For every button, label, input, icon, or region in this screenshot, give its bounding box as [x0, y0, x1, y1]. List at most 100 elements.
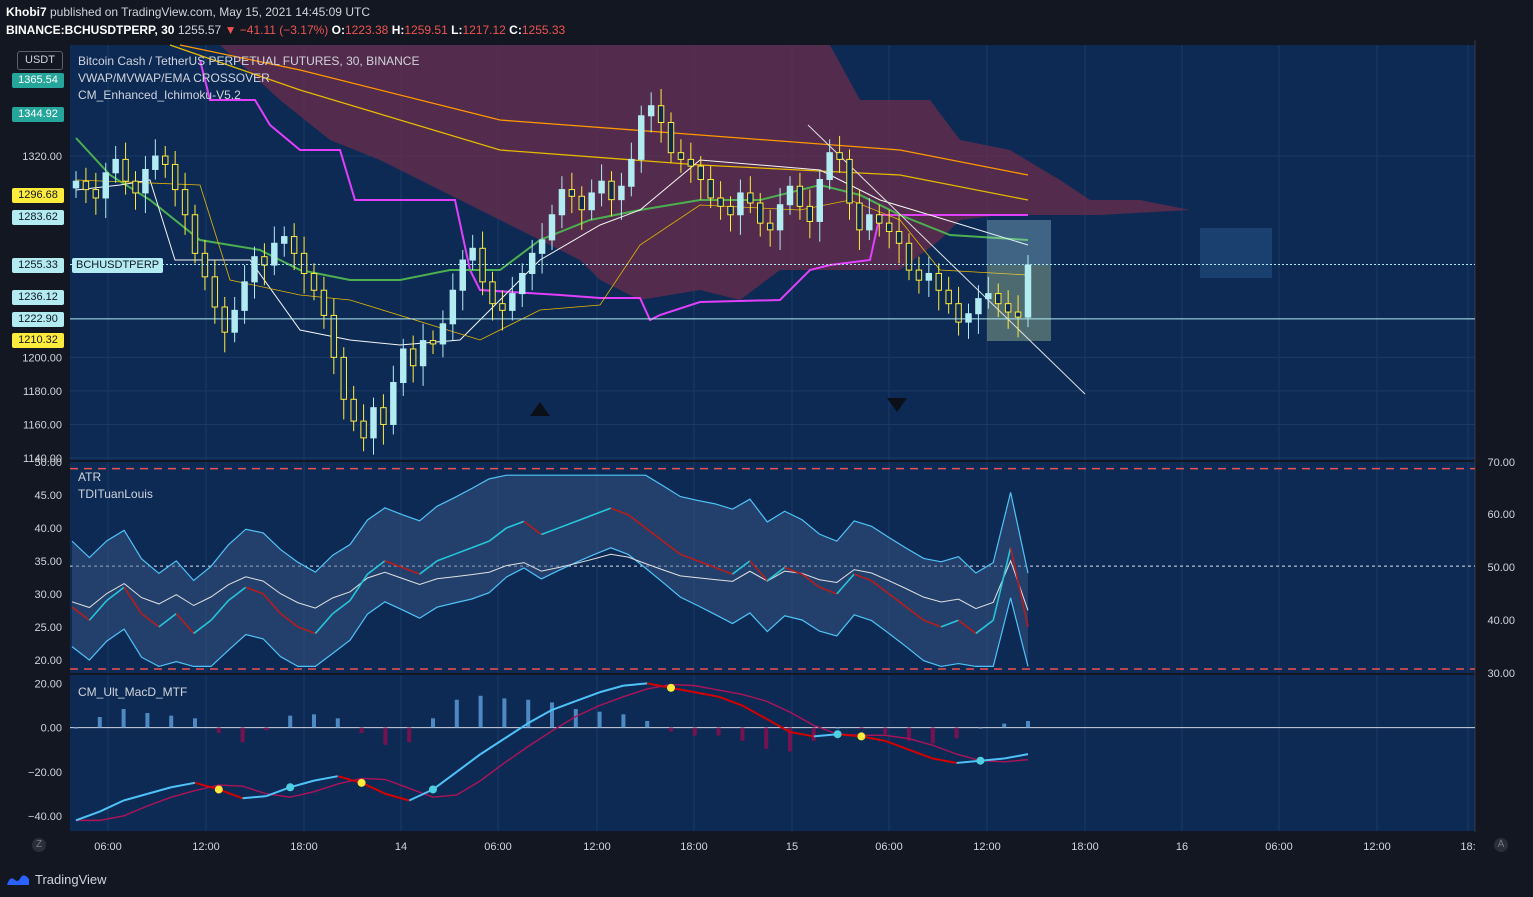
currency-button[interactable]: USDT: [17, 51, 63, 70]
macd-histogram-bar: [169, 715, 174, 728]
macd-cross-dot: [214, 785, 223, 794]
candle-body: [181, 189, 189, 216]
candle-body: [667, 121, 675, 154]
indicator-vwap[interactable]: VWAP/MVWAP/EMA CROSSOVER: [78, 70, 419, 87]
macd-histogram-bar: [621, 714, 626, 728]
price-label: 1210.32: [12, 333, 64, 349]
candle-body: [985, 293, 992, 300]
candle-body: [350, 398, 357, 422]
x-tick-label: 12:00: [192, 841, 220, 853]
candle-body: [747, 192, 754, 204]
candle-body: [201, 252, 209, 278]
candle-body: [687, 158, 695, 167]
candle-body: [618, 185, 625, 201]
atr-y-tick-label: 40.00: [34, 523, 62, 535]
macd-histogram-bar: [978, 727, 983, 729]
candle-body: [310, 272, 318, 291]
candle-body: [261, 256, 268, 266]
author-name[interactable]: Khobi7: [6, 5, 47, 19]
auto-scale-button[interactable]: A: [1494, 838, 1508, 852]
macd-cross-dot: [429, 785, 437, 794]
macd-y-tick-label: −20.00: [28, 767, 62, 779]
candle-body: [558, 189, 566, 216]
macd-cross-dot: [357, 778, 366, 787]
zoom-button[interactable]: Z: [32, 838, 46, 852]
candle-body: [786, 185, 794, 206]
indicator-tdi[interactable]: TDITuanLouis: [78, 486, 153, 503]
candle-body: [915, 269, 923, 281]
symbol-price-tag: BCHUSDTPERP: [72, 257, 164, 273]
macd-histogram-bar: [312, 714, 316, 728]
candle-body: [439, 323, 447, 345]
macd-cross-dot: [976, 756, 985, 765]
position-profit-zone: [987, 220, 1051, 265]
publish-info: Khobi7 published on TradingView.com, May…: [6, 5, 370, 19]
candle-body: [221, 306, 228, 333]
macd-histogram-bar: [835, 727, 840, 729]
x-tick-label: 12:00: [583, 841, 611, 853]
candle-body: [82, 180, 90, 191]
candle-body: [499, 303, 506, 311]
candle-body: [806, 205, 814, 222]
candle-body: [975, 298, 982, 315]
candle-body: [876, 214, 883, 224]
candle-body: [737, 192, 744, 216]
candle-body: [419, 340, 427, 367]
macd-histogram-bar: [216, 727, 221, 733]
candle-body: [816, 179, 823, 222]
macd-histogram-bar: [121, 709, 126, 728]
candle-body: [796, 185, 804, 207]
candle-body: [102, 172, 109, 199]
indicator-atr[interactable]: ATR: [78, 469, 153, 486]
candle-body: [895, 231, 903, 244]
candle-body: [965, 313, 972, 323]
macd-histogram-bar: [930, 727, 935, 744]
candle-body: [677, 152, 685, 160]
candle-body: [727, 205, 734, 216]
candle-body: [588, 192, 595, 211]
macd-histogram-bar: [883, 727, 888, 735]
tdi-y-tick-label: 70.00: [1487, 457, 1515, 469]
candle-body: [509, 293, 516, 311]
atr-y-tick-label: 30.00: [34, 589, 62, 601]
price-label: 1296.68: [12, 188, 64, 204]
candle-body: [370, 407, 377, 439]
tradingview-logo-icon: [7, 874, 29, 885]
indicator-macd[interactable]: CM_Ult_MacD_MTF: [78, 684, 187, 701]
price-label: 1344.92: [12, 107, 64, 123]
tradingview-brand[interactable]: TradingView: [6, 872, 107, 887]
candle-body: [142, 168, 149, 194]
candle-body: [836, 152, 843, 160]
x-tick-label: 16: [1176, 841, 1188, 853]
symbol-name[interactable]: BINANCE:BCHUSDTPERP: [6, 23, 154, 37]
macd-histogram-bar: [716, 727, 721, 736]
macd-y-tick-label: −40.00: [28, 811, 62, 823]
indicator-ichimoku[interactable]: CM_Enhanced_Ichimoku-V5.2: [78, 87, 419, 104]
candle-body: [766, 222, 774, 231]
x-tick-label: 18:00: [290, 841, 318, 853]
macd-histogram-bar: [550, 702, 554, 728]
candle-body: [1014, 311, 1022, 318]
candle-body: [400, 348, 407, 384]
chart-canvas[interactable]: 06:00 12:00 18:00 14 06:00 12:00 18:00 15 06:00 1…: [0, 40, 1533, 866]
price-change: ▼ −41.11 (−3.17%): [224, 23, 329, 37]
chart-title[interactable]: Bitcoin Cash / TetherUS PERPETUAL FUTURE…: [78, 53, 419, 70]
x-tick-label: 14: [395, 841, 407, 853]
macd-y-tick-label: 0.00: [41, 723, 62, 735]
atr-y-tick-label: 25.00: [34, 622, 62, 634]
x-tick-label: 15: [786, 841, 798, 853]
macd-histogram-bar: [264, 727, 269, 731]
x-tick-label: 06:00: [484, 841, 512, 853]
candle-body: [290, 236, 298, 254]
close-label: C:: [509, 23, 522, 37]
atr-y-tick-label: 35.00: [34, 556, 62, 568]
candle-body: [1004, 303, 1012, 313]
macd-histogram-bar: [97, 716, 102, 728]
macd-histogram-bar: [811, 727, 816, 741]
high-label: H:: [391, 23, 405, 37]
price-label: 1283.62: [12, 210, 64, 226]
candle-body: [568, 189, 576, 197]
open-label: O:: [331, 23, 345, 37]
candle-body: [409, 348, 417, 367]
candle-body: [211, 276, 219, 308]
